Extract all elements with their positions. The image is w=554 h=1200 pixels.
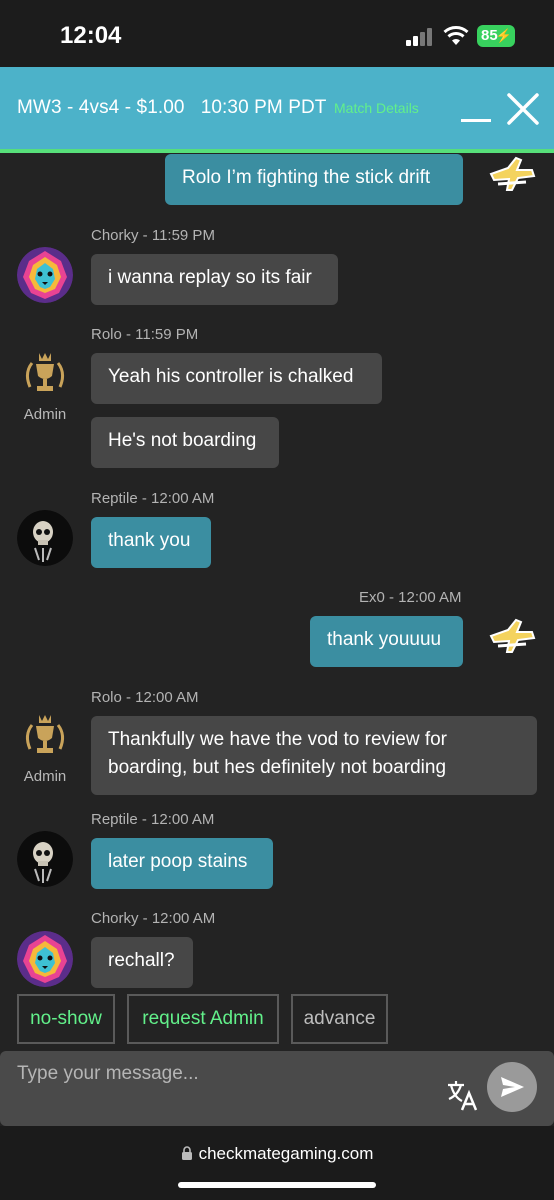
address-bar[interactable]: checkmategaming.com [0, 1144, 554, 1164]
lion-avatar-icon [17, 247, 73, 303]
send-button[interactable] [487, 1062, 537, 1112]
advance-button[interactable]: advance [291, 994, 388, 1044]
minimize-button[interactable] [461, 119, 491, 122]
lion-avatar-icon [17, 931, 73, 987]
status-bar: 12:04 85 ⚡ [0, 0, 554, 67]
match-details-link[interactable]: Match Details [334, 100, 419, 116]
airplane-avatar-icon [489, 156, 536, 191]
message-bubble: He's not boarding [91, 417, 279, 468]
message-meta: Reptile - 12:00 AM [91, 811, 215, 828]
url-text: checkmategaming.com [198, 1144, 374, 1163]
airplane-avatar-icon [489, 618, 536, 653]
message-input[interactable]: Type your message... [17, 1063, 199, 1085]
message-composer[interactable]: Type your message... [0, 1051, 554, 1126]
message-meta: Chorky - 12:00 AM [91, 910, 216, 927]
quick-actions: no-show request Admin advance [0, 992, 554, 1046]
translate-icon[interactable] [446, 1079, 480, 1111]
message-meta: Ex0 - 12:00 AM [359, 589, 462, 606]
battery-indicator: 85 ⚡ [477, 25, 515, 47]
chat-thread[interactable]: Rolo I’m fighting the stick drift Chorky… [0, 153, 554, 1050]
message-bubble: rechall? [91, 937, 193, 988]
home-indicator[interactable] [178, 1182, 376, 1188]
send-icon [501, 1077, 524, 1097]
browser-footer: checkmategaming.com [0, 1126, 554, 1200]
message-meta: Rolo - 11:59 PM [91, 326, 199, 343]
admin-badge: Admin [15, 351, 75, 423]
no-show-button[interactable]: no-show [17, 994, 115, 1044]
clock: 12:04 [60, 22, 122, 49]
message-meta: Reptile - 12:00 AM [91, 490, 215, 507]
request-admin-button[interactable]: request Admin [127, 994, 279, 1044]
cellular-signal-icon [406, 28, 432, 46]
message-meta: Rolo - 12:00 AM [91, 689, 199, 706]
trophy-icon [25, 353, 65, 391]
close-icon[interactable] [505, 91, 541, 127]
trophy-icon [25, 715, 65, 753]
admin-label: Admin [23, 768, 67, 785]
user-avatar[interactable] [17, 931, 73, 987]
message-bubble: thank you [91, 517, 211, 568]
message-bubble: thank youuuu [310, 616, 463, 667]
wifi-icon [443, 26, 469, 45]
message-meta: Chorky - 11:59 PM [91, 227, 215, 244]
lock-icon [181, 1146, 192, 1160]
message-bubble: Thankfully we have the vod to review for… [91, 716, 537, 795]
user-avatar[interactable] [17, 831, 73, 887]
message-bubble: i wanna replay so its fair [91, 254, 338, 305]
match-title: MW3 - 4vs4 - $1.00 10:30 PM PDT [17, 97, 327, 118]
message-bubble: Rolo I’m fighting the stick drift [165, 154, 463, 205]
skull-avatar-icon [17, 510, 73, 566]
message-bubble: Yeah his controller is chalked [91, 353, 382, 404]
user-avatar[interactable] [17, 247, 73, 303]
user-avatar[interactable] [17, 510, 73, 566]
match-header: MW3 - 4vs4 - $1.00 10:30 PM PDT Match De… [0, 67, 554, 153]
skull-avatar-icon [17, 831, 73, 887]
charging-bolt-icon: ⚡ [495, 28, 512, 43]
message-bubble: later poop stains [91, 838, 273, 889]
admin-badge: Admin [15, 713, 75, 785]
admin-label: Admin [23, 406, 67, 423]
